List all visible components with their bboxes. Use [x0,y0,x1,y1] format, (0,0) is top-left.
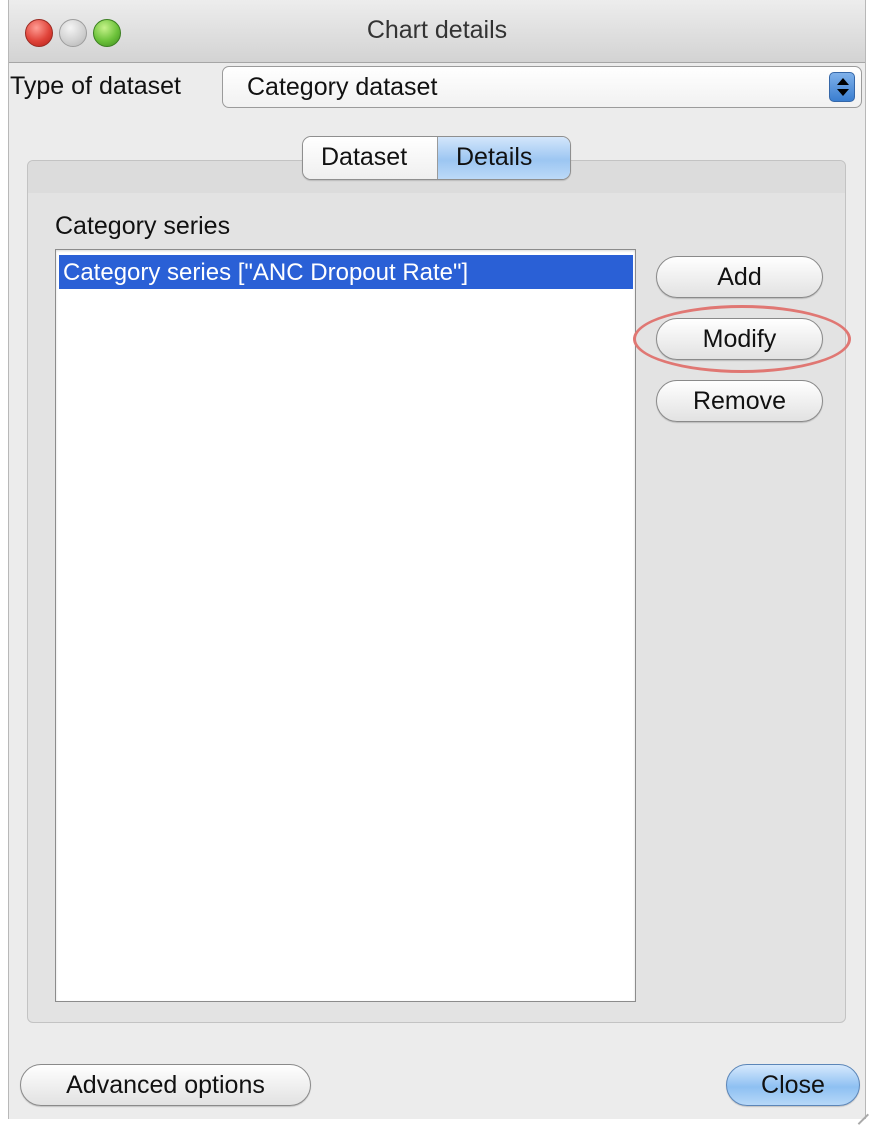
close-button[interactable]: Close [726,1064,860,1106]
title-bar[interactable]: Chart details [9,0,865,63]
remove-button[interactable]: Remove [656,380,823,422]
dataset-type-value: Category dataset [247,73,438,101]
dataset-type-label: Type of dataset [10,72,181,100]
tab-dataset[interactable]: Dataset [303,137,438,179]
highlight-annotation [633,305,851,373]
select-arrows-icon [829,72,855,102]
tab-bar: Dataset Details [302,136,571,180]
window-title: Chart details [366,16,508,44]
category-series-label: Category series [55,212,231,240]
tab-details[interactable]: Details [438,137,570,179]
add-button[interactable]: Add [656,256,823,298]
category-series-list[interactable]: Category series ["ANC Dropout Rate"] [55,249,636,1002]
dataset-type-select[interactable]: Category dataset [222,66,862,108]
list-item[interactable]: Category series ["ANC Dropout Rate"] [59,255,633,289]
advanced-options-button[interactable]: Advanced options [20,1064,311,1106]
resize-grip-icon[interactable] [855,1101,869,1115]
